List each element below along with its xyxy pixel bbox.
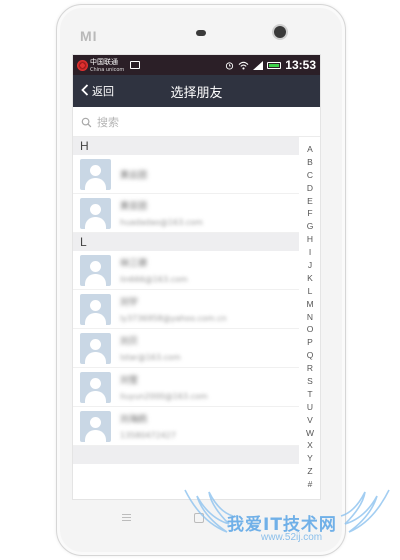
- carrier: 中国联通 China unicom: [77, 57, 141, 73]
- search-icon: [81, 117, 92, 127]
- contact-detail: ly3736958@yahoo.com.cn: [120, 314, 227, 323]
- contact-row[interactable]: 刘莹 liuyun2000@163.com: [73, 368, 299, 407]
- index-letter[interactable]: A: [307, 143, 313, 156]
- signal-icon: [253, 60, 264, 70]
- contact-detail: huadadao@163.com: [120, 218, 203, 227]
- search-bar: [73, 107, 320, 137]
- search-box: [81, 112, 312, 132]
- avatar: [80, 371, 111, 403]
- back-button[interactable]: 返回: [73, 83, 114, 99]
- index-letter[interactable]: C: [307, 169, 313, 182]
- avatar: [80, 293, 111, 325]
- status-icons: 13:53: [225, 58, 316, 72]
- contact-row[interactable]: 黄云团: [73, 155, 299, 194]
- index-letter[interactable]: N: [307, 311, 313, 324]
- carrier-name: 中国联通: [90, 58, 118, 66]
- index-letter[interactable]: E: [307, 195, 313, 208]
- menu-key-icon[interactable]: [122, 514, 131, 521]
- index-letter[interactable]: O: [307, 323, 314, 336]
- contact-row[interactable]: 林三德 lin666@163.com: [73, 251, 299, 290]
- contact-name: 刘宇: [120, 298, 139, 308]
- back-label: 返回: [92, 85, 114, 98]
- mi-logo: MI: [80, 28, 98, 44]
- image-icon: [130, 61, 141, 69]
- index-letter[interactable]: U: [307, 401, 313, 414]
- avatar: [80, 197, 111, 229]
- contact-detail: lstar@163.com: [120, 353, 181, 362]
- index-letter[interactable]: P: [307, 336, 313, 349]
- alarm-icon: [226, 61, 234, 70]
- index-letter[interactable]: G: [307, 220, 314, 233]
- china-unicom-logo-icon: [77, 59, 88, 71]
- search-input[interactable]: [97, 115, 297, 129]
- wifi-icon: [238, 61, 249, 70]
- section-header-h: H: [73, 137, 299, 155]
- index-letter[interactable]: T: [307, 388, 312, 401]
- contact-detail: lin666@163.com: [120, 275, 188, 284]
- index-letter[interactable]: V: [307, 414, 313, 427]
- avatar: [80, 410, 111, 442]
- contact-row[interactable]: 刘贝 lstar@163.com: [73, 329, 299, 368]
- contact-name: 黄云团: [120, 170, 148, 181]
- index-letter[interactable]: B: [307, 156, 313, 169]
- contact-name: 刘海鸥: [120, 415, 148, 425]
- carrier-subname: China unicom: [90, 67, 125, 73]
- contact-name: 黄亚团: [120, 202, 148, 212]
- avatar: [80, 254, 111, 286]
- front-camera: [274, 26, 286, 38]
- contact-row[interactable]: 刘海鸥 13580472427: [73, 407, 299, 446]
- index-letter[interactable]: M: [306, 298, 313, 311]
- contact-list: H 黄云团 黄亚团 huadadao@163.com L 林三德 lin666@…: [73, 137, 299, 464]
- index-letter[interactable]: J: [308, 259, 312, 272]
- section-header-l: L: [73, 233, 299, 251]
- title-bar: 返回 选择朋友: [73, 75, 320, 107]
- index-letter[interactable]: W: [306, 427, 314, 440]
- index-letter[interactable]: D: [307, 182, 313, 195]
- battery-icon: [267, 61, 282, 69]
- contact-name: 刘莹: [120, 376, 139, 386]
- alphabet-index[interactable]: A B C D E F G H I J K L M N O P Q R S T U V W X Y Z #: [303, 143, 317, 491]
- index-letter[interactable]: X: [307, 439, 313, 452]
- index-letter[interactable]: #: [308, 478, 313, 491]
- index-letter[interactable]: F: [307, 207, 312, 220]
- contact-detail: liuyun2000@163.com: [120, 392, 208, 401]
- chevron-left-icon: [81, 83, 89, 99]
- avatar: [80, 158, 111, 190]
- index-letter[interactable]: L: [308, 285, 313, 298]
- phone-screen: 中国联通 China unicom 13:53 返回 选择朋友 H: [72, 54, 321, 500]
- earpiece-speaker: [196, 30, 206, 36]
- index-letter[interactable]: R: [307, 362, 313, 375]
- avatar: [80, 332, 111, 364]
- contact-detail: 13580472427: [120, 431, 176, 440]
- status-bar: 中国联通 China unicom 13:53: [73, 55, 320, 75]
- index-letter[interactable]: Z: [307, 465, 312, 478]
- contact-name: 林三德: [120, 259, 148, 269]
- home-key-icon[interactable]: [194, 513, 204, 523]
- status-time: 13:53: [285, 58, 316, 72]
- contact-row[interactable]: 黄亚团 huadadao@163.com: [73, 194, 299, 233]
- contact-name: 刘贝: [120, 337, 139, 347]
- index-letter[interactable]: Y: [307, 452, 313, 465]
- index-letter[interactable]: Q: [307, 349, 314, 362]
- contact-row[interactable]: 刘宇 ly3736958@yahoo.com.cn: [73, 290, 299, 329]
- list-footer: [73, 446, 299, 464]
- index-letter[interactable]: I: [309, 246, 311, 259]
- index-letter[interactable]: K: [307, 272, 313, 285]
- index-letter[interactable]: S: [307, 375, 313, 388]
- index-letter[interactable]: H: [307, 233, 313, 246]
